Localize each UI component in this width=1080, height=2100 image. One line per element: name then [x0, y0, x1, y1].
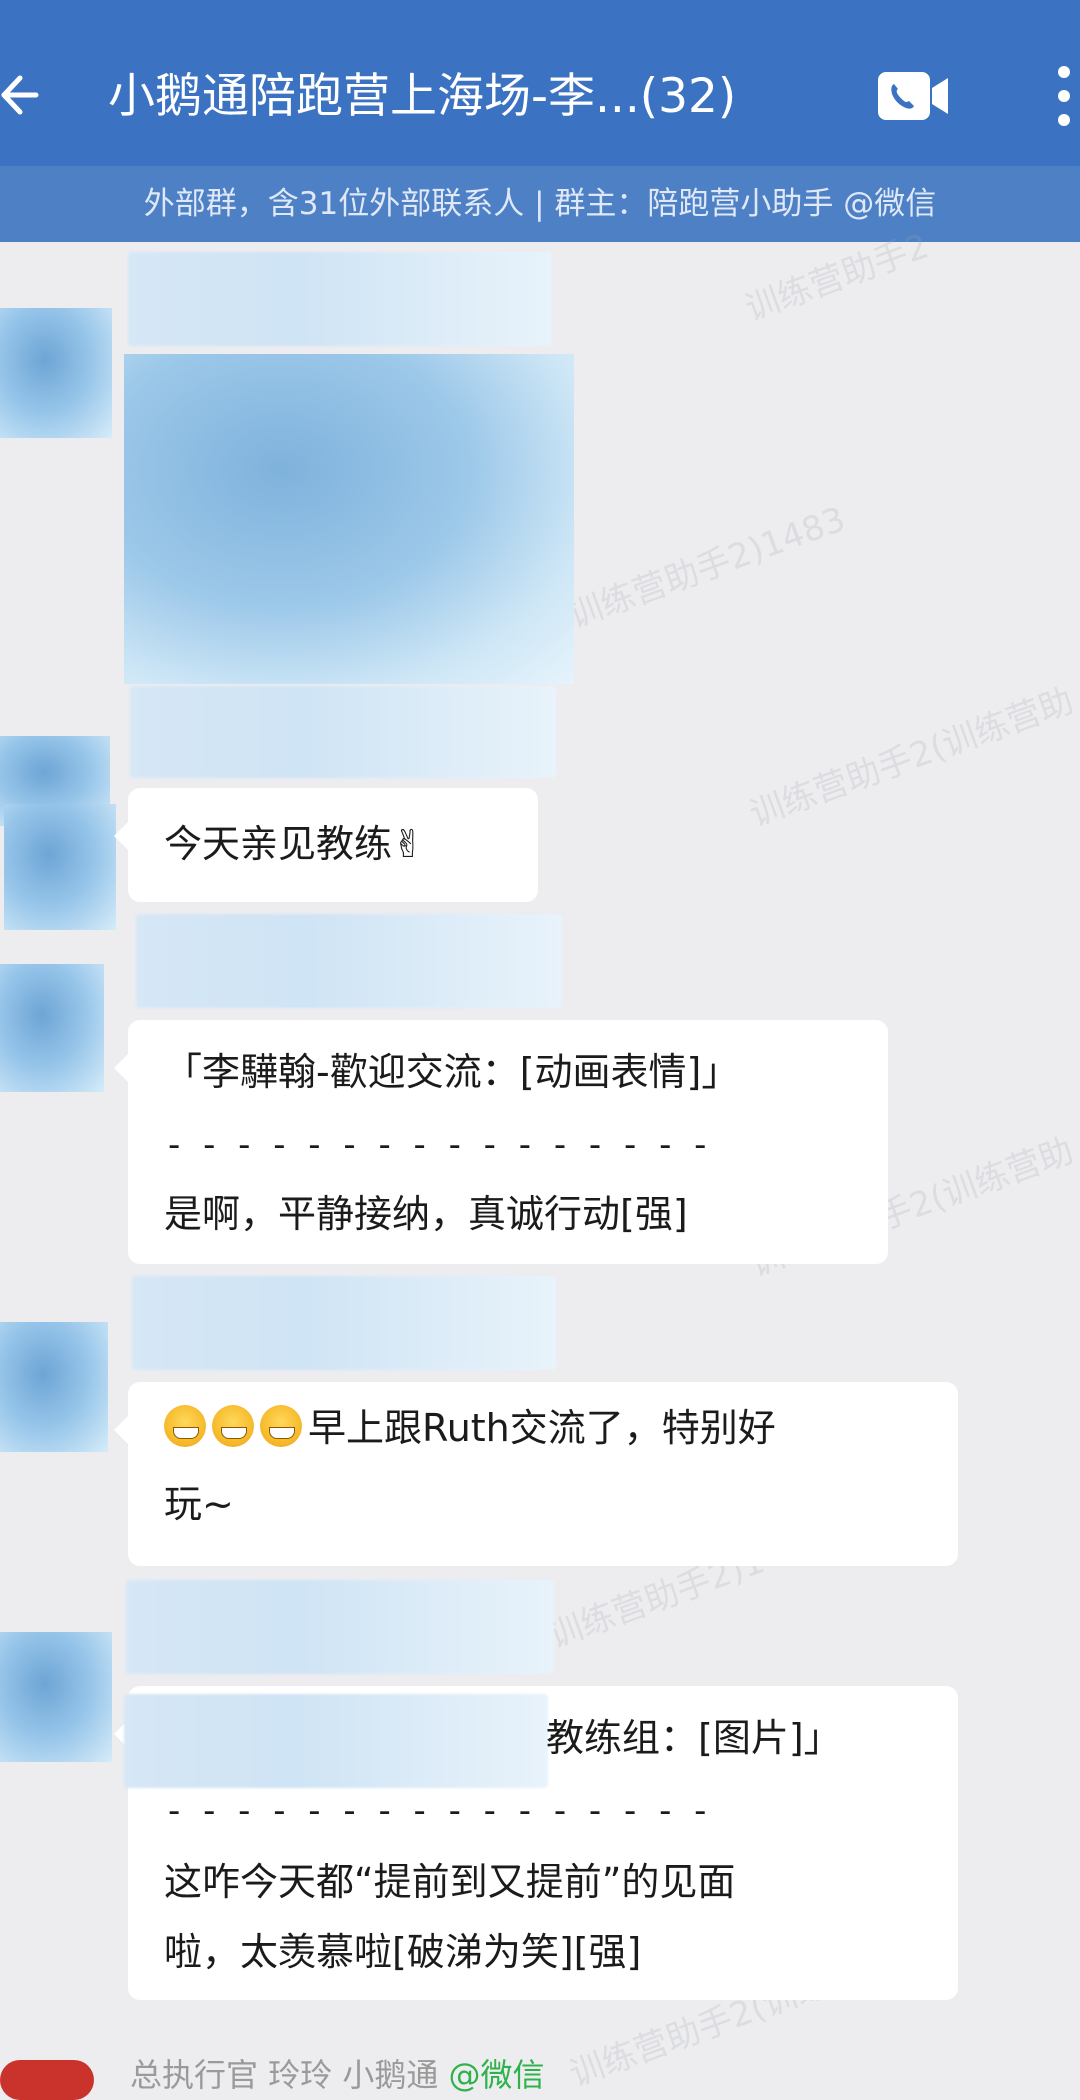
message-line: 早上跟Ruth交流了，特别好: [308, 1406, 776, 1450]
avatar[interactable]: [0, 1632, 112, 1762]
quoted-message[interactable]: 教练组：[图片]」: [546, 1702, 842, 1774]
sender-name: [130, 686, 556, 778]
message-bubble[interactable]: 教练组：[图片]」 - - - - - - - - - - - - - - - …: [114, 1686, 958, 2000]
avatar[interactable]: [0, 964, 104, 1092]
message-bubble[interactable]: 早上跟Ruth交流了，特别好 玩~: [114, 1382, 958, 1566]
more-options-icon[interactable]: [1054, 62, 1074, 130]
avatar[interactable]: [0, 308, 112, 438]
quote-divider: - - - - - - - - - - - - - - - -: [168, 1791, 713, 1831]
wechat-tag: @微信: [448, 2056, 545, 2094]
message-text: 早上跟Ruth交流了，特别好: [164, 1392, 776, 1464]
message-bubble[interactable]: 今天亲见教练✌: [114, 788, 538, 902]
message-bubble[interactable]: 「李驊翰-歡迎交流：[动画表情]」 - - - - - - - - - - - …: [114, 1020, 888, 1264]
sender-name-text: 总执行官 玲玲 小鹅通: [130, 2056, 439, 2094]
grin-emoji-icon: [164, 1405, 206, 1447]
message-text: 是啊，平静接纳，真诚行动[强]: [164, 1192, 688, 1236]
message-text: 今天亲见教练✌: [164, 822, 424, 866]
sender-name: [132, 1276, 556, 1370]
quoted-sender: [124, 1694, 548, 1788]
sender-name: [126, 1580, 554, 1674]
avatar[interactable]: [4, 804, 116, 930]
video-call-icon[interactable]: [876, 70, 950, 122]
avatar[interactable]: [0, 2060, 94, 2100]
sender-name: [136, 914, 562, 1008]
message-line: 这咋今天都“提前到又提前”的见面: [164, 1860, 736, 1904]
watermark: 训练营助手2)1483: [563, 499, 851, 637]
grin-emoji-icon: [260, 1405, 302, 1447]
sender-name: [128, 252, 552, 346]
message-line: 玩~: [164, 1482, 234, 1526]
sender-name: 总执行官 玲玲 小鹅通 @微信: [130, 2050, 545, 2096]
grin-emoji-icon: [212, 1405, 254, 1447]
back-arrow-icon[interactable]: [0, 60, 50, 130]
watermark: 训练营助手2(训练营助: [744, 680, 1079, 835]
avatar[interactable]: [0, 1322, 108, 1452]
message-line: 啦，太羡慕啦[破涕为笑][强]: [164, 1930, 642, 1974]
quote-divider: - - - - - - - - - - - - - - - -: [168, 1125, 713, 1165]
status-bar: [0, 0, 1080, 40]
chat-title: 小鹅通陪跑营上海场-李...(32): [108, 69, 737, 124]
image-message[interactable]: [124, 354, 574, 684]
quoted-message[interactable]: 「李驊翰-歡迎交流：[动画表情]」: [164, 1036, 739, 1108]
